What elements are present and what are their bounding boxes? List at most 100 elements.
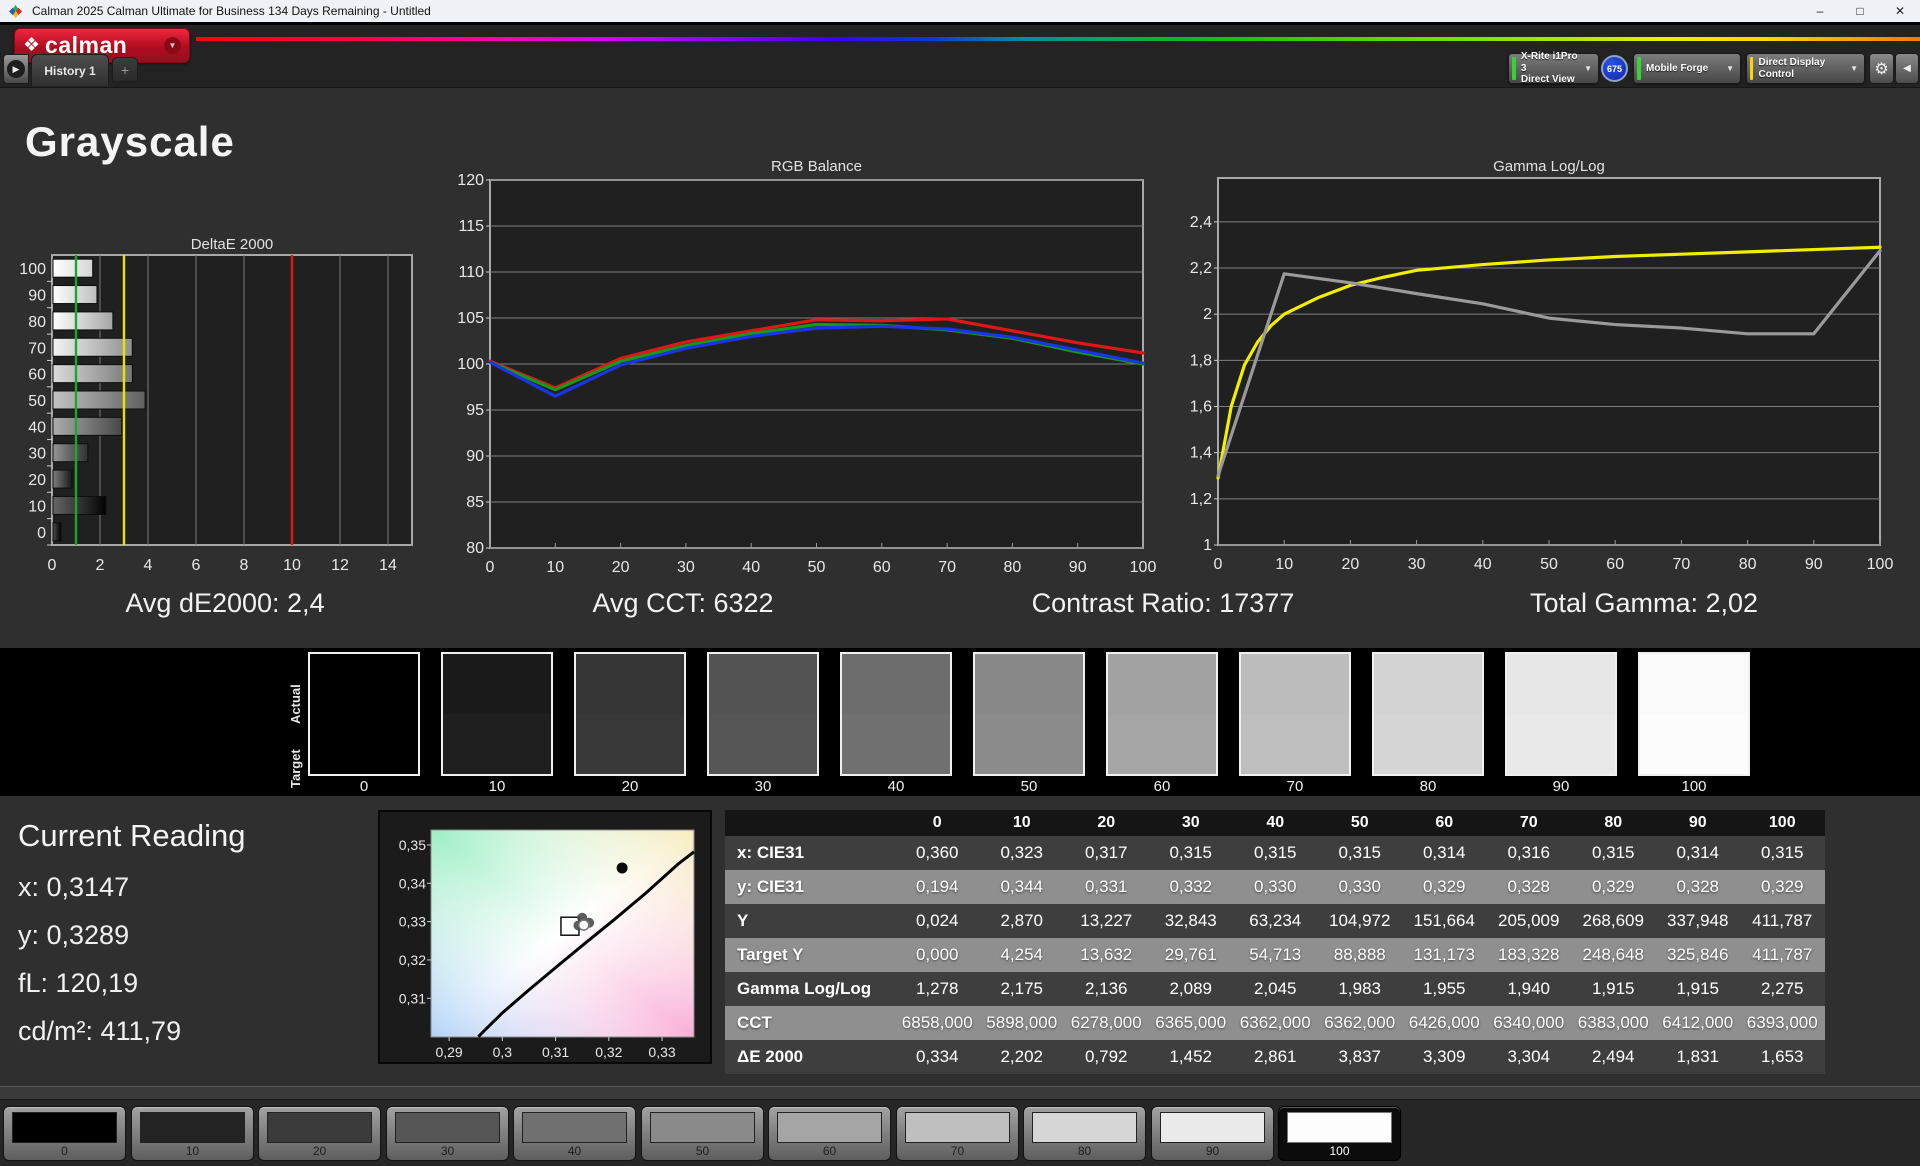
target-swatch-half (1374, 714, 1482, 774)
patch-button-40[interactable]: 40 (513, 1106, 636, 1161)
display-control-dropdown[interactable]: Direct Display Control ▼ (1746, 53, 1865, 84)
total-gamma-stat: Total Gamma: 2,02 (1529, 588, 1759, 618)
svg-text:70: 70 (1673, 556, 1691, 573)
table-cell: 1,955 (1402, 972, 1487, 1006)
table-col-header: 100 (1740, 810, 1825, 836)
table-cell: 63,234 (1233, 904, 1318, 938)
table-cell: 0,194 (895, 870, 980, 904)
svg-text:0: 0 (48, 557, 57, 574)
svg-text:100: 100 (1867, 556, 1894, 573)
table-cell: 0,315 (1148, 836, 1233, 870)
table-col-header: 10 (979, 810, 1064, 836)
collapse-panel-button[interactable]: ◀ (1895, 53, 1919, 84)
table-cell: 6278,000 (1064, 1006, 1149, 1040)
grayscale-swatch-90 (1505, 652, 1617, 776)
table-cell: 0,323 (979, 836, 1064, 870)
table-row-label: CCT (725, 1006, 895, 1040)
patch-button-100[interactable]: 100 (1278, 1106, 1401, 1161)
table-row: ΔE 2000 0,334 2,202 0,792 1,452 2,861 3,837 3,3… (725, 1040, 1825, 1074)
swatch-level-label: 70 (1286, 778, 1304, 795)
tab-scroll-button[interactable]: ▶ (3, 54, 29, 84)
table-col-header: 20 (1064, 810, 1149, 836)
table-cell: 0,360 (895, 836, 980, 870)
table-col-header: 80 (1571, 810, 1656, 836)
svg-text:60: 60 (1606, 556, 1624, 573)
patch-button-20[interactable]: 20 (258, 1106, 381, 1161)
table-cell: 13,632 (1064, 938, 1149, 972)
table-cell: 0,314 (1402, 836, 1487, 870)
patch-button-80[interactable]: 80 (1023, 1106, 1146, 1161)
patch-button-label: 60 (822, 1144, 837, 1158)
actual-swatch-half (709, 654, 817, 714)
table-cell: 29,761 (1148, 938, 1233, 972)
table-row-label: x: CIE31 (725, 836, 895, 870)
table-cell: 411,787 (1740, 904, 1825, 938)
table-cell: 0,330 (1317, 870, 1402, 904)
svg-text:1,2: 1,2 (1190, 491, 1212, 508)
svg-text:40: 40 (28, 419, 46, 436)
close-button[interactable]: ✕ (1880, 0, 1920, 22)
table-cell: 1,983 (1317, 972, 1402, 1006)
patch-button-10[interactable]: 10 (131, 1106, 254, 1161)
svg-text:100: 100 (19, 261, 46, 278)
target-swatch-half (842, 714, 950, 774)
add-tab-button[interactable]: + (112, 57, 138, 82)
table-row: y: CIE31 0,194 0,344 0,331 0,332 0,330 0,330 0,… (725, 870, 1825, 904)
table-cell: 1,940 (1486, 972, 1571, 1006)
table-cell: 3,309 (1402, 1040, 1487, 1074)
patch-button-50[interactable]: 50 (641, 1106, 764, 1161)
table-row-label: y: CIE31 (725, 870, 895, 904)
svg-text:1,8: 1,8 (1190, 352, 1212, 369)
maximize-button[interactable]: □ (1840, 0, 1880, 22)
window-title: Calman 2025 Calman Ultimate for Business… (32, 4, 431, 18)
patch-button-30[interactable]: 30 (386, 1106, 509, 1161)
actual-swatch-half (443, 654, 551, 714)
patch-button-70[interactable]: 70 (896, 1106, 1019, 1161)
svg-text:110: 110 (458, 264, 484, 281)
settings-button[interactable]: ⚙ (1869, 53, 1894, 84)
actual-swatch-half (576, 654, 684, 714)
table-cell: 6362,000 (1233, 1006, 1318, 1040)
table-cell: 0,331 (1064, 870, 1149, 904)
titlebar: Calman 2025 Calman Ultimate for Business… (0, 0, 1920, 22)
table-cell: 0,330 (1233, 870, 1318, 904)
patch-color-swatch (777, 1112, 882, 1143)
table-cell: 6393,000 (1740, 1006, 1825, 1040)
table-cell: 6365,000 (1148, 1006, 1233, 1040)
table-cell: 3,837 (1317, 1040, 1402, 1074)
patch-button-60[interactable]: 60 (768, 1106, 891, 1161)
calman-logo-icon: ❖ (23, 35, 41, 56)
svg-text:8: 8 (240, 557, 249, 574)
patch-button-label: 20 (312, 1144, 327, 1158)
swatch-level-label: 40 (887, 778, 905, 795)
patch-button-90[interactable]: 90 (1151, 1106, 1274, 1161)
table-cell: 2,870 (979, 904, 1064, 938)
table-cell: 0,344 (979, 870, 1064, 904)
table-col-header: 90 (1655, 810, 1740, 836)
svg-text:2: 2 (1203, 306, 1212, 323)
table-cell: 2,494 (1571, 1040, 1656, 1074)
minimize-button[interactable]: – (1800, 0, 1840, 22)
svg-text:0,33: 0,33 (648, 1044, 675, 1060)
grayscale-swatch-60 (1106, 652, 1218, 776)
actual-swatch-half (1374, 654, 1482, 714)
patch-toolbar: ▲ ■ ▶ [·] ∞ ⟳ « Back Next » 010203040506… (0, 1100, 1920, 1166)
svg-text:90: 90 (1069, 559, 1087, 576)
table-cell: 0,329 (1740, 870, 1825, 904)
svg-text:10: 10 (1275, 556, 1293, 573)
rgb-balance-chart: 80 85 90 95 100 105 110 115 120 0 10 20 30 40 50 60 70 80… (457, 172, 1156, 576)
avg-de2000-stat: Avg dE2000: 2,4 (125, 588, 325, 618)
meter-dropdown[interactable]: X-Rite i1Pro 3 Direct View ▼ (1508, 51, 1599, 85)
tab-history-1[interactable]: History 1 (31, 54, 109, 86)
table-row-label: Y (725, 904, 895, 938)
source-dropdown[interactable]: Mobile Forge ▼ (1633, 53, 1741, 84)
svg-text:95: 95 (466, 402, 484, 419)
table-cell: 6412,000 (1655, 1006, 1740, 1040)
svg-text:85: 85 (466, 494, 484, 511)
svg-text:80: 80 (466, 540, 484, 557)
svg-text:60: 60 (873, 559, 891, 576)
source-label: Mobile Forge (1646, 62, 1709, 74)
svg-text:10: 10 (28, 498, 46, 515)
page-title: Grayscale (25, 118, 235, 165)
patch-button-0[interactable]: 0 (3, 1106, 126, 1161)
